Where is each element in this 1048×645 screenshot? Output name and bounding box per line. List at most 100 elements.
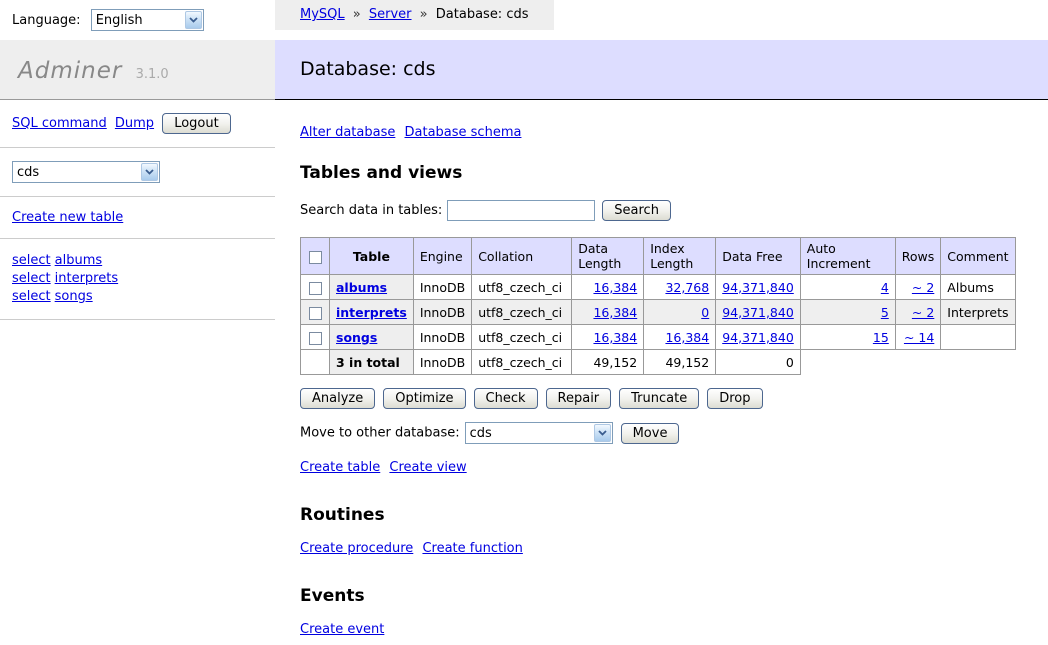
- sql-command-link[interactable]: SQL command: [12, 116, 107, 131]
- create-event-link[interactable]: Create event: [300, 622, 384, 637]
- breadcrumb: MySQL » Server » Database: cds: [275, 0, 554, 30]
- table-name-link[interactable]: songs: [336, 330, 377, 345]
- search-input[interactable]: [447, 200, 595, 221]
- events-links-row: Create event: [300, 622, 1038, 637]
- sidebar: Language: English Adminer 3.1.0 SQL comm…: [0, 0, 275, 610]
- engine-cell: InnoDB: [413, 350, 471, 375]
- chevron-down-icon: [141, 163, 158, 181]
- check-all-checkbox[interactable]: [309, 251, 322, 264]
- data-free-link[interactable]: 94,371,840: [722, 280, 794, 295]
- data-free-cell: 94,371,840: [716, 300, 801, 325]
- sidebar-select-songs-link[interactable]: select: [12, 289, 51, 304]
- table-total-row: 3 in total InnoDB utf8_czech_ci 49,152 4…: [301, 350, 1016, 375]
- comment-cell: [941, 325, 1015, 350]
- breadcrumb-mysql-link[interactable]: MySQL: [300, 7, 345, 22]
- move-button[interactable]: Move: [621, 423, 680, 444]
- data-free-link[interactable]: 94,371,840: [722, 305, 794, 320]
- move-label: Move to other database:: [300, 426, 460, 441]
- auto-increment-link[interactable]: 5: [881, 305, 889, 320]
- check-button[interactable]: Check: [474, 388, 538, 409]
- move-database-select[interactable]: cds: [465, 422, 613, 444]
- auto-increment-cell: 4: [800, 275, 895, 300]
- auto-increment-cell: 15: [800, 325, 895, 350]
- auto-increment-link[interactable]: 15: [873, 330, 889, 345]
- data-free-cell: 94,371,840: [716, 325, 801, 350]
- collation-cell: utf8_czech_ci: [472, 325, 572, 350]
- engine-cell: InnoDB: [413, 325, 471, 350]
- drop-button[interactable]: Drop: [707, 388, 762, 409]
- checkbox-cell: [301, 275, 330, 300]
- truncate-button[interactable]: Truncate: [619, 388, 699, 409]
- rows-count-link[interactable]: ~ 14: [904, 330, 934, 345]
- analyze-button[interactable]: Analyze: [300, 388, 375, 409]
- breadcrumb-server-link[interactable]: Server: [369, 7, 412, 22]
- database-schema-link[interactable]: Database schema: [405, 125, 522, 140]
- column-header-engine: Engine: [413, 238, 471, 275]
- collation-cell: utf8_czech_ci: [472, 350, 572, 375]
- table-name-link[interactable]: albums: [336, 280, 387, 295]
- table-name-link[interactable]: interprets: [336, 305, 407, 320]
- data-length-link[interactable]: 16,384: [593, 305, 637, 320]
- engine-cell: InnoDB: [413, 275, 471, 300]
- index-length-cell: 32,768: [644, 275, 716, 300]
- app-name: Adminer: [18, 58, 122, 84]
- database-select[interactable]: cds: [12, 161, 160, 183]
- sidebar-select-interprets-link[interactable]: select: [12, 271, 51, 286]
- column-header-comment: Comment: [941, 238, 1015, 275]
- row-checkbox[interactable]: [309, 282, 322, 295]
- optimize-button[interactable]: Optimize: [383, 388, 465, 409]
- comment-cell: Interprets: [941, 300, 1015, 325]
- total-label: 3 in total: [336, 355, 400, 370]
- column-header-table: Table: [330, 238, 414, 275]
- search-button[interactable]: Search: [602, 200, 671, 221]
- column-header-index-length: Index Length: [644, 238, 716, 275]
- language-label: Language:: [12, 13, 81, 28]
- index-length-link[interactable]: 0: [701, 305, 709, 320]
- row-checkbox[interactable]: [309, 307, 322, 320]
- create-function-link[interactable]: Create function: [422, 541, 522, 556]
- list-item: select albums: [12, 252, 263, 270]
- table-name-cell: albums: [330, 275, 414, 300]
- sidebar-table-interprets-link[interactable]: interprets: [55, 271, 118, 286]
- breadcrumb-separator: »: [420, 7, 428, 22]
- index-length-link[interactable]: 32,768: [665, 280, 709, 295]
- row-checkbox[interactable]: [309, 332, 322, 345]
- table-operations: Analyze Optimize Check Repair Truncate Drop: [300, 388, 1038, 409]
- header-checkbox-cell: [301, 238, 330, 275]
- sidebar-table-albums-link[interactable]: albums: [55, 253, 103, 268]
- create-table-link[interactable]: Create table: [300, 460, 380, 475]
- data-free-cell: 94,371,840: [716, 275, 801, 300]
- dump-link[interactable]: Dump: [115, 116, 154, 131]
- list-item: select songs: [12, 288, 263, 306]
- sidebar-table-songs-link[interactable]: songs: [55, 289, 93, 304]
- logout-button[interactable]: Logout: [162, 113, 231, 134]
- sidebar-select-albums-link[interactable]: select: [12, 253, 51, 268]
- chevron-down-icon: [185, 11, 202, 29]
- repair-button[interactable]: Repair: [546, 388, 612, 409]
- data-length-cell: 16,384: [572, 275, 644, 300]
- table-name-cell: songs: [330, 325, 414, 350]
- data-length-link[interactable]: 16,384: [593, 330, 637, 345]
- rows-count-link[interactable]: ~ 2: [912, 305, 934, 320]
- alter-database-link[interactable]: Alter database: [300, 125, 395, 140]
- breadcrumb-separator: »: [353, 7, 361, 22]
- index-length-link[interactable]: 16,384: [665, 330, 709, 345]
- rows-cell: ~ 14: [895, 325, 941, 350]
- column-header-collation: Collation: [472, 238, 572, 275]
- routines-heading: Routines: [300, 505, 1038, 525]
- table-header-row: Table Engine Collation Data Length Index…: [301, 238, 1016, 275]
- auto-increment-link[interactable]: 4: [881, 280, 889, 295]
- main-content: Alter database Database schema Tables an…: [275, 125, 1048, 645]
- create-procedure-link[interactable]: Create procedure: [300, 541, 413, 556]
- create-new-table-link[interactable]: Create new table: [12, 210, 123, 225]
- app-version: 3.1.0: [136, 67, 169, 82]
- data-free-link[interactable]: 94,371,840: [722, 330, 794, 345]
- data-length-link[interactable]: 16,384: [593, 280, 637, 295]
- language-select[interactable]: English: [91, 9, 204, 31]
- data-length-cell: 16,384: [572, 325, 644, 350]
- sidebar-table-list: select albums select interprets select song…: [0, 239, 275, 319]
- rows-count-link[interactable]: ~ 2: [912, 280, 934, 295]
- auto-increment-cell: 5: [800, 300, 895, 325]
- create-view-link[interactable]: Create view: [389, 460, 466, 475]
- events-heading: Events: [300, 586, 1038, 606]
